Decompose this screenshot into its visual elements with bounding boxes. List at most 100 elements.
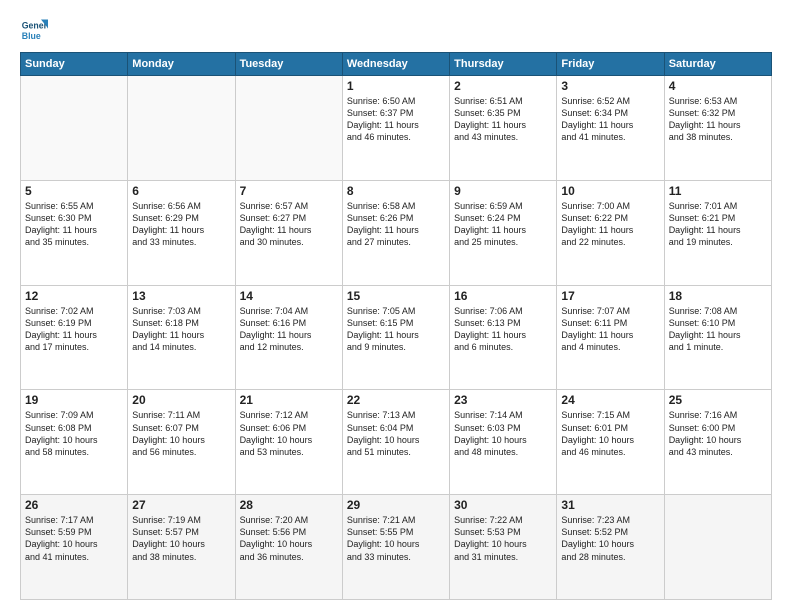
header: General Blue	[20, 16, 772, 44]
day-info: Sunrise: 7:21 AMSunset: 5:55 PMDaylight:…	[347, 514, 445, 563]
col-header-friday: Friday	[557, 53, 664, 76]
day-number: 18	[669, 289, 767, 303]
day-cell	[21, 76, 128, 181]
day-cell: 24 Sunrise: 7:15 AMSunset: 6:01 PMDayligh…	[557, 390, 664, 495]
day-number: 27	[132, 498, 230, 512]
day-cell: 19 Sunrise: 7:09 AMSunset: 6:08 PMDayligh…	[21, 390, 128, 495]
day-info: Sunrise: 7:05 AMSunset: 6:15 PMDaylight:…	[347, 305, 445, 354]
day-number: 14	[240, 289, 338, 303]
week-row-4: 19 Sunrise: 7:09 AMSunset: 6:08 PMDayligh…	[21, 390, 772, 495]
logo: General Blue	[20, 16, 50, 44]
day-cell: 7 Sunrise: 6:57 AMSunset: 6:27 PMDaylight…	[235, 180, 342, 285]
header-row: SundayMondayTuesdayWednesdayThursdayFrid…	[21, 53, 772, 76]
day-number: 22	[347, 393, 445, 407]
day-cell: 11 Sunrise: 7:01 AMSunset: 6:21 PMDayligh…	[664, 180, 771, 285]
day-info: Sunrise: 7:22 AMSunset: 5:53 PMDaylight:…	[454, 514, 552, 563]
day-cell: 25 Sunrise: 7:16 AMSunset: 6:00 PMDayligh…	[664, 390, 771, 495]
day-number: 28	[240, 498, 338, 512]
day-cell: 9 Sunrise: 6:59 AMSunset: 6:24 PMDaylight…	[450, 180, 557, 285]
day-info: Sunrise: 6:57 AMSunset: 6:27 PMDaylight:…	[240, 200, 338, 249]
day-info: Sunrise: 7:09 AMSunset: 6:08 PMDaylight:…	[25, 409, 123, 458]
day-cell	[664, 495, 771, 600]
day-info: Sunrise: 6:58 AMSunset: 6:26 PMDaylight:…	[347, 200, 445, 249]
day-info: Sunrise: 7:03 AMSunset: 6:18 PMDaylight:…	[132, 305, 230, 354]
day-cell: 12 Sunrise: 7:02 AMSunset: 6:19 PMDayligh…	[21, 285, 128, 390]
day-number: 29	[347, 498, 445, 512]
day-cell: 5Sunrise: 6:55 AMSunset: 6:30 PMDaylight…	[21, 180, 128, 285]
day-cell: 17Sunrise: 7:07 AMSunset: 6:11 PMDayligh…	[557, 285, 664, 390]
day-number: 11	[669, 184, 767, 198]
day-info: Sunrise: 7:06 AMSunset: 6:13 PMDaylight:…	[454, 305, 552, 354]
day-cell: 2 Sunrise: 6:51 AMSunset: 6:35 PMDaylight…	[450, 76, 557, 181]
day-cell: 29 Sunrise: 7:21 AMSunset: 5:55 PMDayligh…	[342, 495, 449, 600]
day-cell	[235, 76, 342, 181]
day-info: Sunrise: 7:15 AMSunset: 6:01 PMDaylight:…	[561, 409, 659, 458]
day-cell: 23 Sunrise: 7:14 AMSunset: 6:03 PMDayligh…	[450, 390, 557, 495]
day-cell: 3 Sunrise: 6:52 AMSunset: 6:34 PMDaylight…	[557, 76, 664, 181]
day-cell: 14 Sunrise: 7:04 AMSunset: 6:16 PMDayligh…	[235, 285, 342, 390]
col-header-wednesday: Wednesday	[342, 53, 449, 76]
day-number: 2	[454, 79, 552, 93]
day-number: 26	[25, 498, 123, 512]
day-number: 13	[132, 289, 230, 303]
day-number: 30	[454, 498, 552, 512]
col-header-monday: Monday	[128, 53, 235, 76]
day-info: Sunrise: 7:19 AMSunset: 5:57 PMDaylight:…	[132, 514, 230, 563]
day-number: 24	[561, 393, 659, 407]
day-cell: 28 Sunrise: 7:20 AMSunset: 5:56 PMDayligh…	[235, 495, 342, 600]
day-info: Sunrise: 7:11 AMSunset: 6:07 PMDaylight:…	[132, 409, 230, 458]
day-number: 23	[454, 393, 552, 407]
day-info: Sunrise: 7:20 AMSunset: 5:56 PMDaylight:…	[240, 514, 338, 563]
day-cell: 10Sunrise: 7:00 AMSunset: 6:22 PMDayligh…	[557, 180, 664, 285]
logo-icon: General Blue	[20, 16, 48, 44]
day-cell: 27 Sunrise: 7:19 AMSunset: 5:57 PMDayligh…	[128, 495, 235, 600]
day-number: 21	[240, 393, 338, 407]
day-cell: 16Sunrise: 7:06 AMSunset: 6:13 PMDayligh…	[450, 285, 557, 390]
day-info: Sunrise: 7:14 AMSunset: 6:03 PMDaylight:…	[454, 409, 552, 458]
day-number: 25	[669, 393, 767, 407]
day-number: 15	[347, 289, 445, 303]
day-number: 20	[132, 393, 230, 407]
week-row-5: 26 Sunrise: 7:17 AMSunset: 5:59 PMDayligh…	[21, 495, 772, 600]
day-cell: 6 Sunrise: 6:56 AMSunset: 6:29 PMDaylight…	[128, 180, 235, 285]
week-row-3: 12 Sunrise: 7:02 AMSunset: 6:19 PMDayligh…	[21, 285, 772, 390]
day-cell: 13 Sunrise: 7:03 AMSunset: 6:18 PMDayligh…	[128, 285, 235, 390]
day-cell: 21 Sunrise: 7:12 AMSunset: 6:06 PMDayligh…	[235, 390, 342, 495]
day-cell: 4 Sunrise: 6:53 AMSunset: 6:32 PMDaylight…	[664, 76, 771, 181]
page: General Blue SundayMondayTuesdayWednesda…	[0, 0, 792, 612]
day-cell: 22 Sunrise: 7:13 AMSunset: 6:04 PMDayligh…	[342, 390, 449, 495]
week-row-1: 1Sunrise: 6:50 AMSunset: 6:37 PMDaylight…	[21, 76, 772, 181]
day-number: 7	[240, 184, 338, 198]
day-cell: 1Sunrise: 6:50 AMSunset: 6:37 PMDaylight…	[342, 76, 449, 181]
day-info: Sunrise: 7:02 AMSunset: 6:19 PMDaylight:…	[25, 305, 123, 354]
day-cell: 8Sunrise: 6:58 AMSunset: 6:26 PMDaylight…	[342, 180, 449, 285]
day-info: Sunrise: 7:23 AMSunset: 5:52 PMDaylight:…	[561, 514, 659, 563]
day-info: Sunrise: 6:51 AMSunset: 6:35 PMDaylight:…	[454, 95, 552, 144]
day-number: 6	[132, 184, 230, 198]
day-number: 10	[561, 184, 659, 198]
day-info: Sunrise: 7:16 AMSunset: 6:00 PMDaylight:…	[669, 409, 767, 458]
day-info: Sunrise: 7:12 AMSunset: 6:06 PMDaylight:…	[240, 409, 338, 458]
day-cell: 31 Sunrise: 7:23 AMSunset: 5:52 PMDayligh…	[557, 495, 664, 600]
day-info: Sunrise: 6:52 AMSunset: 6:34 PMDaylight:…	[561, 95, 659, 144]
day-info: Sunrise: 7:04 AMSunset: 6:16 PMDaylight:…	[240, 305, 338, 354]
svg-text:Blue: Blue	[22, 31, 41, 41]
day-number: 12	[25, 289, 123, 303]
day-info: Sunrise: 6:53 AMSunset: 6:32 PMDaylight:…	[669, 95, 767, 144]
day-info: Sunrise: 6:59 AMSunset: 6:24 PMDaylight:…	[454, 200, 552, 249]
day-number: 3	[561, 79, 659, 93]
day-cell: 30 Sunrise: 7:22 AMSunset: 5:53 PMDayligh…	[450, 495, 557, 600]
day-number: 4	[669, 79, 767, 93]
day-info: Sunrise: 7:17 AMSunset: 5:59 PMDaylight:…	[25, 514, 123, 563]
day-info: Sunrise: 7:01 AMSunset: 6:21 PMDaylight:…	[669, 200, 767, 249]
day-info: Sunrise: 7:13 AMSunset: 6:04 PMDaylight:…	[347, 409, 445, 458]
day-number: 9	[454, 184, 552, 198]
day-info: Sunrise: 6:50 AMSunset: 6:37 PMDaylight:…	[347, 95, 445, 144]
day-number: 17	[561, 289, 659, 303]
day-number: 19	[25, 393, 123, 407]
col-header-sunday: Sunday	[21, 53, 128, 76]
week-row-2: 5Sunrise: 6:55 AMSunset: 6:30 PMDaylight…	[21, 180, 772, 285]
col-header-saturday: Saturday	[664, 53, 771, 76]
day-info: Sunrise: 6:56 AMSunset: 6:29 PMDaylight:…	[132, 200, 230, 249]
day-number: 31	[561, 498, 659, 512]
